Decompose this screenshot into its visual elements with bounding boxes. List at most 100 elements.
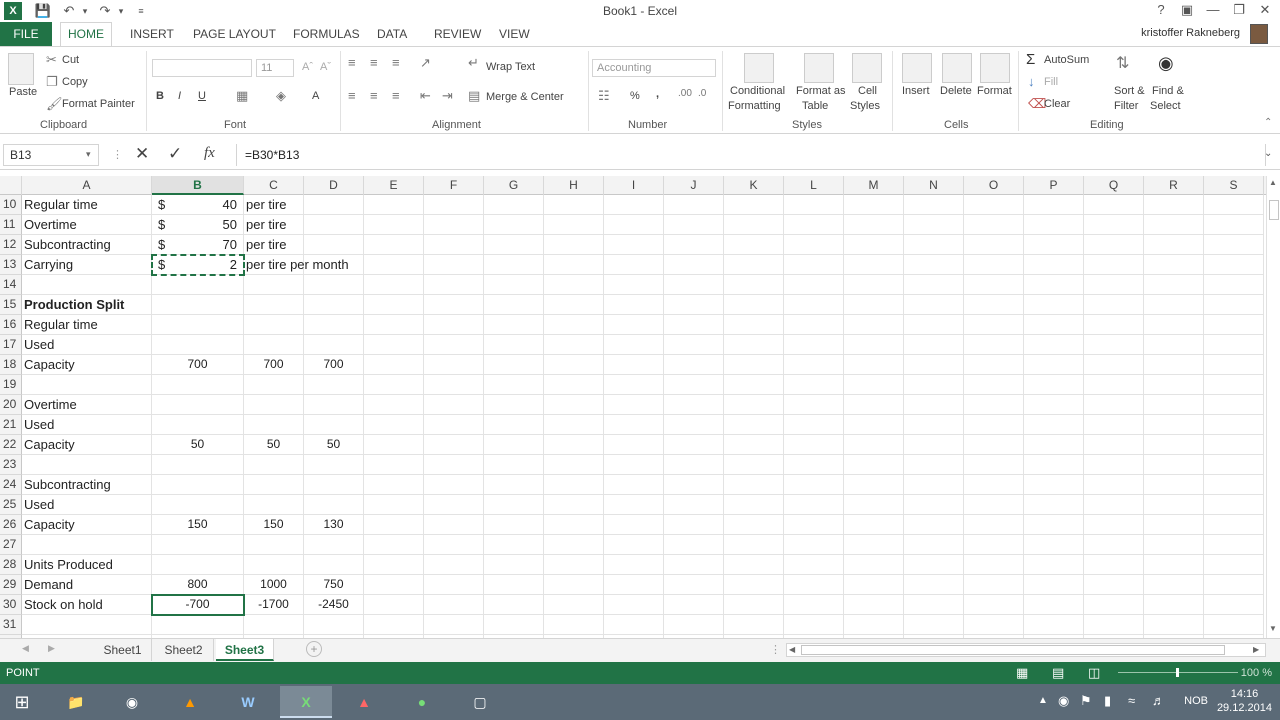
row-header[interactable]: 27 <box>0 535 22 555</box>
cell-k14[interactable] <box>724 275 784 295</box>
cell-k31[interactable] <box>724 615 784 635</box>
cell-s28[interactable] <box>1204 555 1264 575</box>
cell-n13[interactable] <box>904 255 964 275</box>
align-left-icon[interactable]: ≡ <box>348 88 356 103</box>
cell-p12[interactable] <box>1024 235 1084 255</box>
cell-h29[interactable] <box>544 575 604 595</box>
row-header[interactable]: 31 <box>0 615 22 635</box>
cell-k16[interactable] <box>724 315 784 335</box>
cell-c15[interactable] <box>244 295 304 315</box>
cell-styles-label-1[interactable]: Cell <box>858 85 877 97</box>
cell-l23[interactable] <box>784 455 844 475</box>
select-all-corner[interactable] <box>0 176 22 195</box>
cell-n20[interactable] <box>904 395 964 415</box>
cell-g24[interactable] <box>484 475 544 495</box>
clear-button[interactable]: Clear <box>1044 98 1070 110</box>
cell-m30[interactable] <box>844 595 904 615</box>
cell-m20[interactable] <box>844 395 904 415</box>
borders-icon[interactable]: ▦ <box>236 88 248 104</box>
cell-s15[interactable] <box>1204 295 1264 315</box>
cell-a10[interactable]: Regular time <box>22 195 152 215</box>
cell-s27[interactable] <box>1204 535 1264 555</box>
cell-c23[interactable] <box>244 455 304 475</box>
cell-c21[interactable] <box>244 415 304 435</box>
cell-l31[interactable] <box>784 615 844 635</box>
cell-b20[interactable] <box>152 395 244 415</box>
tab-formulas[interactable]: FORMULAS <box>293 27 360 41</box>
cell-d20[interactable] <box>304 395 364 415</box>
cell-f30[interactable] <box>424 595 484 615</box>
cell-d19[interactable] <box>304 375 364 395</box>
cell-s13[interactable] <box>1204 255 1264 275</box>
cell-f24[interactable] <box>424 475 484 495</box>
cell-l11[interactable] <box>784 215 844 235</box>
cell-o10[interactable] <box>964 195 1024 215</box>
cell-r27[interactable] <box>1144 535 1204 555</box>
cell-j19[interactable] <box>664 375 724 395</box>
cell-i13[interactable] <box>604 255 664 275</box>
cell-o17[interactable] <box>964 335 1024 355</box>
cell-c19[interactable] <box>244 375 304 395</box>
cell-o16[interactable] <box>964 315 1024 335</box>
cell-i15[interactable] <box>604 295 664 315</box>
cell-i10[interactable] <box>604 195 664 215</box>
vertical-scroll-thumb[interactable] <box>1269 200 1279 220</box>
cell-a29[interactable]: Demand <box>22 575 152 595</box>
cell-n12[interactable] <box>904 235 964 255</box>
cell-k30[interactable] <box>724 595 784 615</box>
cell-d24[interactable] <box>304 475 364 495</box>
cell-n14[interactable] <box>904 275 964 295</box>
cell-s22[interactable] <box>1204 435 1264 455</box>
cell-q10[interactable] <box>1084 195 1144 215</box>
cell-k10[interactable] <box>724 195 784 215</box>
cell-o18[interactable] <box>964 355 1024 375</box>
cell-r22[interactable] <box>1144 435 1204 455</box>
close-icon[interactable]: ✕ <box>1254 1 1276 19</box>
percent-button[interactable]: % <box>630 90 640 102</box>
cell-q26[interactable] <box>1084 515 1144 535</box>
column-header-l[interactable]: L <box>784 176 844 195</box>
minimize-icon[interactable]: — <box>1202 1 1224 19</box>
cell-c18[interactable]: 700 <box>244 355 304 375</box>
cell-p15[interactable] <box>1024 295 1084 315</box>
row-header[interactable]: 18 <box>0 355 22 375</box>
cell-f13[interactable] <box>424 255 484 275</box>
bold-button[interactable]: B <box>156 90 164 102</box>
cell-a18[interactable]: Capacity <box>22 355 152 375</box>
cell-p31[interactable] <box>1024 615 1084 635</box>
cell-e12[interactable] <box>364 235 424 255</box>
cell-p28[interactable] <box>1024 555 1084 575</box>
vlc-icon[interactable]: ▲ <box>164 686 216 718</box>
cell-r17[interactable] <box>1144 335 1204 355</box>
cell-l16[interactable] <box>784 315 844 335</box>
tab-data[interactable]: DATA <box>377 27 407 41</box>
fill-button[interactable]: Fill <box>1044 76 1058 88</box>
cell-h15[interactable] <box>544 295 604 315</box>
cell-b24[interactable] <box>152 475 244 495</box>
cell-f26[interactable] <box>424 515 484 535</box>
cell-k19[interactable] <box>724 375 784 395</box>
cell-p19[interactable] <box>1024 375 1084 395</box>
cell-c17[interactable] <box>244 335 304 355</box>
cell-r14[interactable] <box>1144 275 1204 295</box>
cell-k22[interactable] <box>724 435 784 455</box>
cell-m14[interactable] <box>844 275 904 295</box>
cell-h25[interactable] <box>544 495 604 515</box>
cell-c25[interactable] <box>244 495 304 515</box>
sort-filter-label-2[interactable]: Filter <box>1114 100 1138 112</box>
cell-m16[interactable] <box>844 315 904 335</box>
cell-s29[interactable] <box>1204 575 1264 595</box>
cell-c27[interactable] <box>244 535 304 555</box>
cell-l24[interactable] <box>784 475 844 495</box>
cell-b21[interactable] <box>152 415 244 435</box>
user-name[interactable]: kristoffer Rakneberg <box>1141 27 1240 39</box>
conditional-formatting-label-2[interactable]: Formatting <box>728 100 781 112</box>
cell-j23[interactable] <box>664 455 724 475</box>
cell-f25[interactable] <box>424 495 484 515</box>
cell-i24[interactable] <box>604 475 664 495</box>
cell-o25[interactable] <box>964 495 1024 515</box>
cell-i11[interactable] <box>604 215 664 235</box>
cell-r10[interactable] <box>1144 195 1204 215</box>
cell-i12[interactable] <box>604 235 664 255</box>
column-header-e[interactable]: E <box>364 176 424 195</box>
